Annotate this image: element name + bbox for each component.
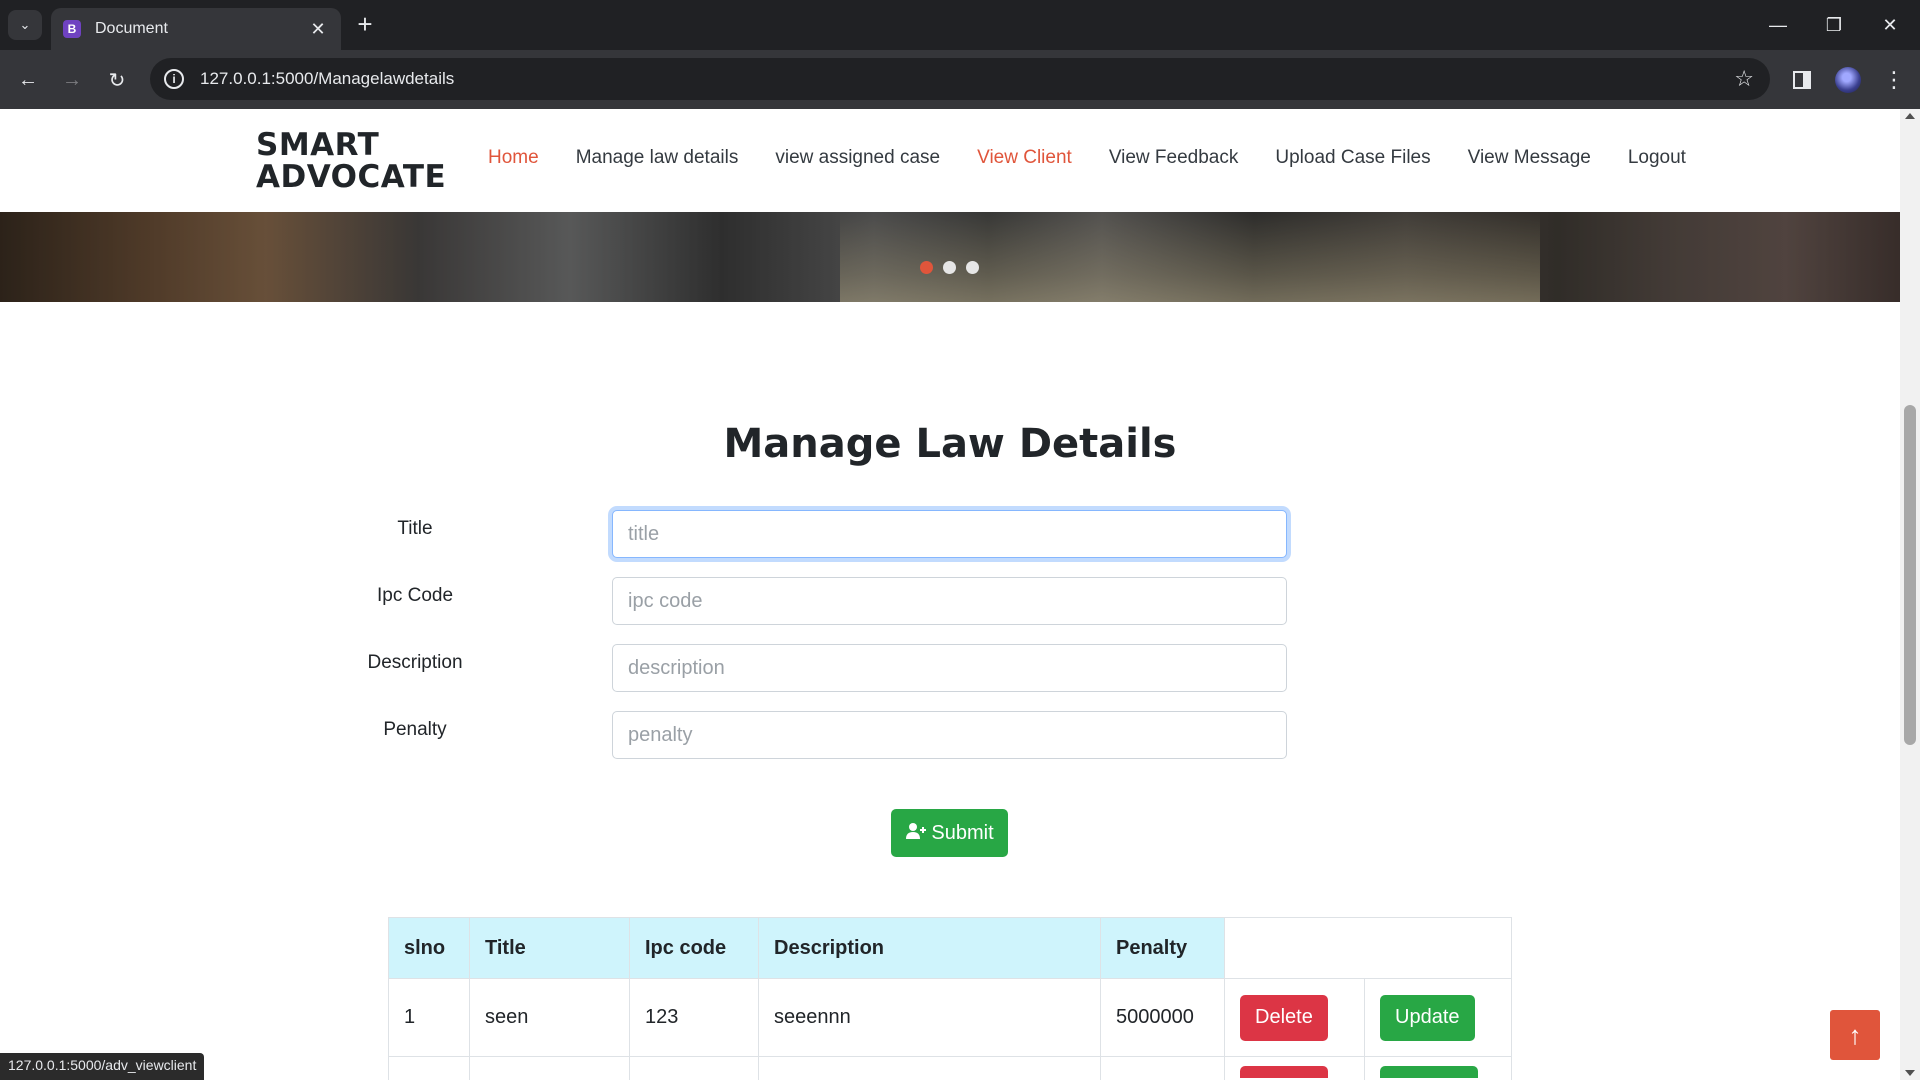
cell-ipc-code: 123 [629,978,759,1057]
carousel-dot-2[interactable] [943,261,956,274]
scroll-thumb[interactable] [1904,405,1916,745]
chevron-down-icon: ⌄ [19,17,31,32]
nav-view-message[interactable]: View Message [1468,147,1591,169]
tab-search-button[interactable]: ⌄ [8,10,42,40]
profile-avatar[interactable] [1834,66,1862,94]
delete-button[interactable]: Delete [1240,994,1328,1041]
scroll-up-arrow-icon[interactable] [1905,113,1915,119]
site-brand[interactable]: SMART ADVOCATE [256,129,446,193]
hero-carousel [0,212,1900,302]
form-row-title: Title [0,510,1900,558]
arrow-up-icon: ↑ [1848,1019,1862,1050]
site-info-icon[interactable]: i [164,69,184,89]
cell-delete: Delete [1224,978,1365,1057]
update-button[interactable]: Update [1380,994,1475,1041]
back-to-top-button[interactable]: ↑ [1830,1010,1880,1060]
link-status-bubble: 127.0.0.1:5000/adv_viewclient [0,1053,205,1080]
nav-manage-law-details[interactable]: Manage law details [576,147,739,169]
carousel-indicators [920,261,979,274]
delete-button[interactable] [1240,1065,1328,1078]
ipc-code-input[interactable] [612,577,1287,625]
close-window-icon[interactable]: ✕ [1870,10,1910,40]
close-tab-icon[interactable]: ✕ [307,19,329,40]
address-bar[interactable]: i 127.0.0.1:5000/Managelawdetails ☆ [150,58,1770,100]
back-button[interactable]: ← [12,64,44,96]
nav-view-feedback[interactable]: View Feedback [1109,147,1239,169]
nav-links: Home Manage law details view assigned ca… [488,147,1723,169]
nav-home[interactable]: Home [488,147,539,169]
nav-logout[interactable]: Logout [1628,147,1686,169]
brand-line-2: ADVOCATE [256,159,447,195]
browser-toolbar: ← → ↻ i 127.0.0.1:5000/Managelawdetails … [0,50,1920,109]
page-viewport: SMART ADVOCATE Home Manage law details v… [0,109,1900,1080]
cell-update: Update [1364,978,1512,1057]
nav-upload-case-files[interactable]: Upload Case Files [1275,147,1430,169]
law-details-table: slno Title Ipc code Description Penalty … [388,917,1512,1080]
new-tab-button[interactable]: + [352,11,378,38]
submit-button[interactable]: Submit [891,809,1008,857]
cell-delete [1224,1056,1365,1080]
site-navbar: SMART ADVOCATE Home Manage law details v… [0,109,1900,212]
cell-title: seen [469,978,630,1057]
nav-view-client[interactable]: View Client [977,147,1072,169]
tab-title: Document [95,20,168,37]
minimize-icon[interactable]: — [1758,10,1798,40]
penalty-label: Penalty [383,719,447,740]
update-button[interactable] [1380,1065,1478,1078]
col-penalty: Penalty [1100,917,1225,979]
user-plus-icon [905,822,927,845]
nav-view-assigned-case[interactable]: view assigned case [775,147,940,169]
col-description: Description [758,917,1101,979]
col-ipc-code: Ipc code [629,917,759,979]
carousel-dot-1[interactable] [920,261,933,274]
form-row-penalty: Penalty [0,711,1900,759]
cell-update [1364,1056,1512,1080]
col-slno: slno [388,917,470,979]
more-menu-icon[interactable]: ⋮ [1880,66,1908,94]
penalty-input[interactable] [612,711,1287,759]
tab-favicon: B [63,20,81,38]
description-label: Description [367,652,463,673]
col-actions [1224,917,1512,979]
page-title: Manage Law Details [723,421,1177,467]
browser-tab-bar: ⌄ B Document ✕ + — ❐ ✕ [0,0,1920,50]
brand-line-1: SMART [256,127,380,163]
submit-label: Submit [931,821,994,844]
restore-icon[interactable]: ❐ [1814,10,1854,40]
browser-tab[interactable]: B Document ✕ [51,8,341,50]
cell-slno: 1 [388,978,470,1057]
reload-button[interactable]: ↻ [101,64,133,96]
forward-button[interactable]: → [56,64,88,96]
cell-description: seeennn [758,978,1101,1057]
col-title: Title [469,917,630,979]
table-header-row: slno Title Ipc code Description Penalty [388,917,1512,979]
table-row [388,1056,1512,1080]
address-url[interactable]: 127.0.0.1:5000/Managelawdetails [200,69,1734,89]
bookmark-star-icon[interactable]: ☆ [1734,66,1754,92]
carousel-dot-3[interactable] [966,261,979,274]
ipc-code-label: Ipc Code [376,585,454,606]
side-panel-icon[interactable] [1788,66,1816,94]
form-row-ipc-code: Ipc Code [0,577,1900,625]
scroll-down-arrow-icon[interactable] [1905,1070,1915,1076]
title-label: Title [397,518,433,539]
cell-penalty: 5000000 [1100,978,1225,1057]
table-row: 1 seen 123 seeennn 5000000 Delete Update [388,978,1512,1057]
page-scrollbar[interactable] [1900,109,1920,1080]
description-input[interactable] [612,644,1287,692]
form-row-description: Description [0,644,1900,692]
title-input[interactable] [612,510,1287,558]
